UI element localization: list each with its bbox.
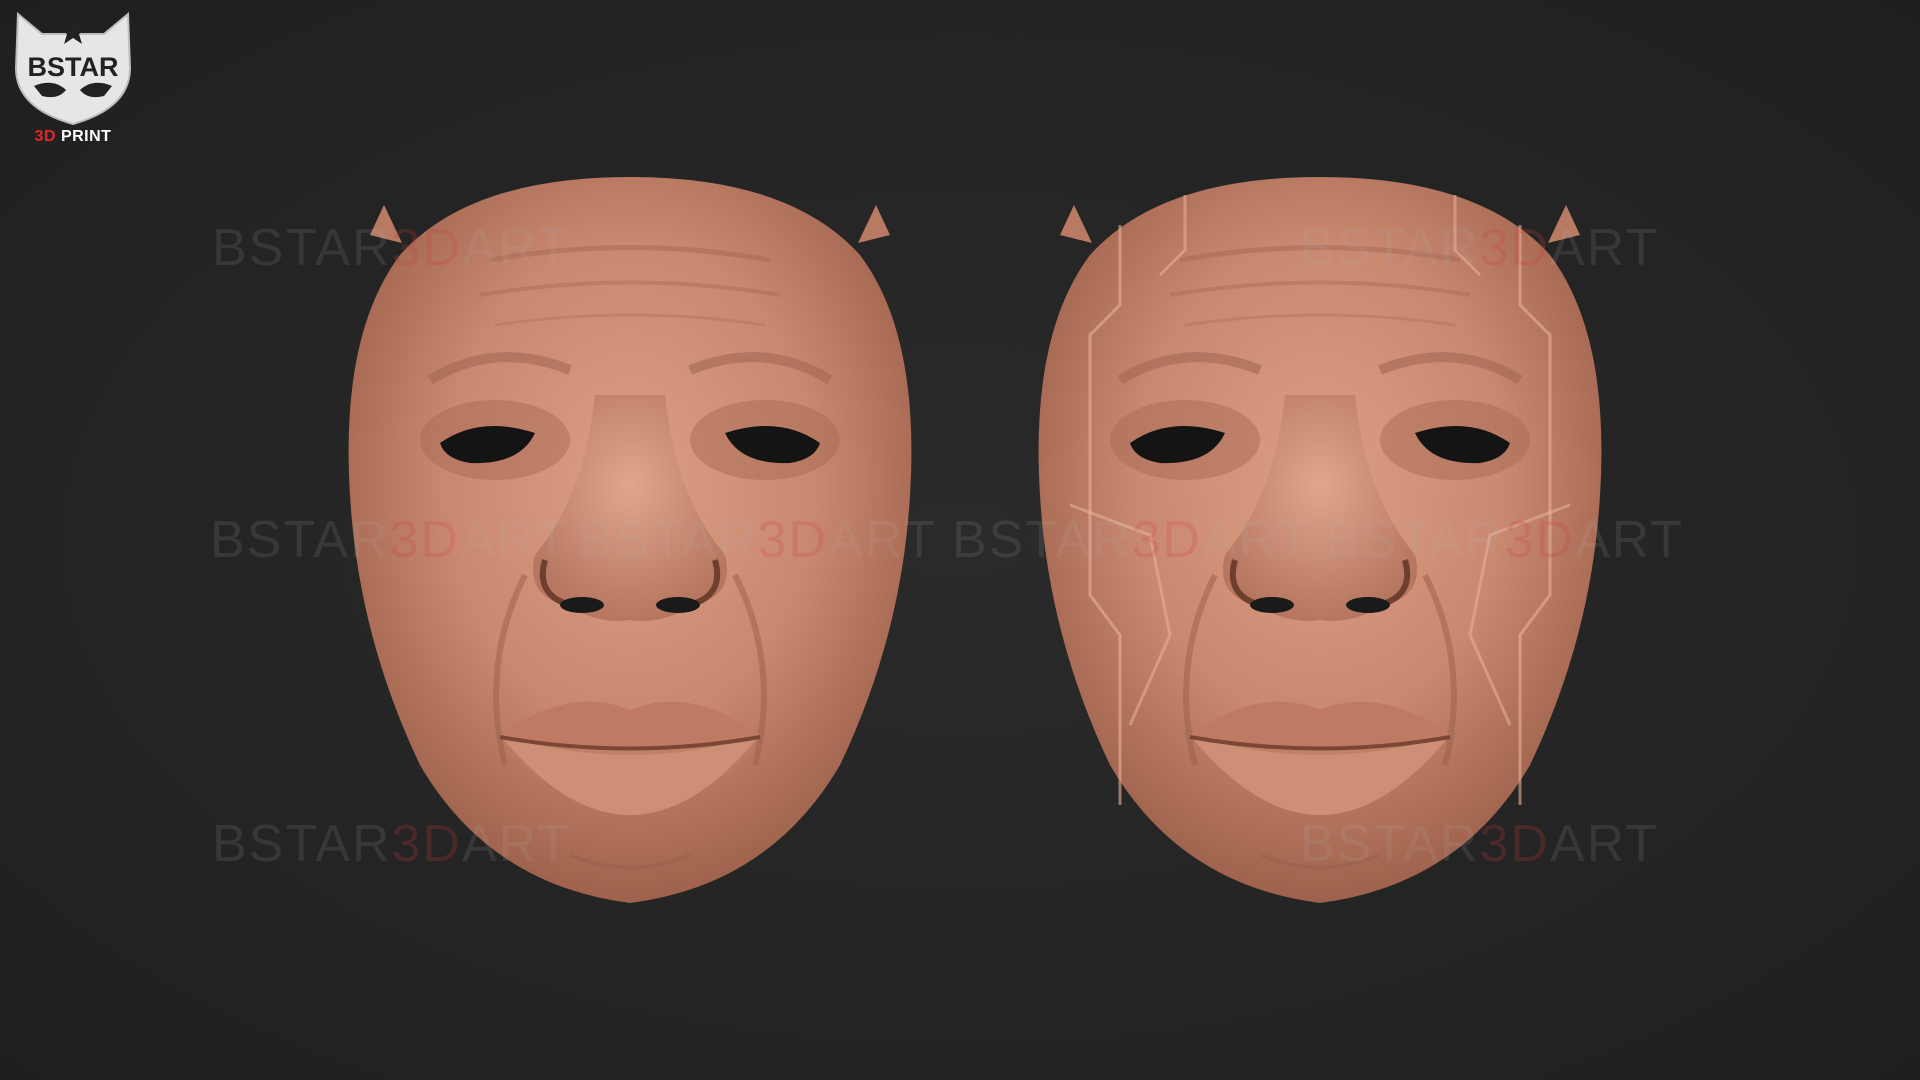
watermark-suffix: ART: [460, 511, 570, 569]
watermark-prefix: BSTAR: [212, 815, 392, 873]
watermark-suffix: ART: [462, 815, 572, 873]
watermark-accent: 3D: [1479, 815, 1550, 873]
watermark-accent: 3D: [391, 815, 462, 873]
watermark: BSTAR3DART: [210, 514, 569, 566]
watermark-prefix: BSTAR: [210, 511, 390, 569]
bstar-logo: BSTAR 3D PRINT: [8, 8, 138, 146]
watermark: BSTAR3DART: [212, 222, 571, 274]
watermark-suffix: ART: [1202, 511, 1312, 569]
watermark-suffix: ART: [462, 219, 572, 277]
watermark-prefix: BSTAR: [1325, 511, 1505, 569]
watermark-prefix: BSTAR: [1300, 219, 1480, 277]
watermark-suffix: ART: [1575, 511, 1685, 569]
watermark: BSTAR3DART: [1300, 222, 1659, 274]
watermark-accent: 3D: [1479, 219, 1550, 277]
watermark-prefix: BSTAR: [212, 219, 392, 277]
watermark-prefix: BSTAR: [952, 511, 1132, 569]
watermark-suffix: ART: [1550, 219, 1660, 277]
watermark-accent: 3D: [389, 511, 460, 569]
watermark: BSTAR3DART: [1300, 818, 1659, 870]
logo-brand-text: BSTAR: [27, 52, 119, 82]
watermark: BSTAR3DART: [1325, 514, 1684, 566]
watermark: BSTAR3DART: [212, 818, 571, 870]
watermark-suffix: ART: [1550, 815, 1660, 873]
watermark-accent: 3D: [757, 511, 828, 569]
logo-sub-suffix: PRINT: [56, 128, 112, 145]
watermark-suffix: ART: [828, 511, 938, 569]
watermark: BSTAR3DART: [578, 514, 937, 566]
watermark-accent: 3D: [391, 219, 462, 277]
watermark: BSTAR3DART: [952, 514, 1311, 566]
watermark-accent: 3D: [1504, 511, 1575, 569]
logo-subtitle: 3D PRINT: [8, 128, 138, 146]
scene-background: BSTAR 3D PRINT BSTAR3DART BSTAR3DART BST…: [0, 0, 1920, 1080]
logo-sub-accent: 3D: [34, 128, 56, 145]
watermark-prefix: BSTAR: [578, 511, 758, 569]
watermark-accent: 3D: [1131, 511, 1202, 569]
watermark-prefix: BSTAR: [1300, 815, 1480, 873]
